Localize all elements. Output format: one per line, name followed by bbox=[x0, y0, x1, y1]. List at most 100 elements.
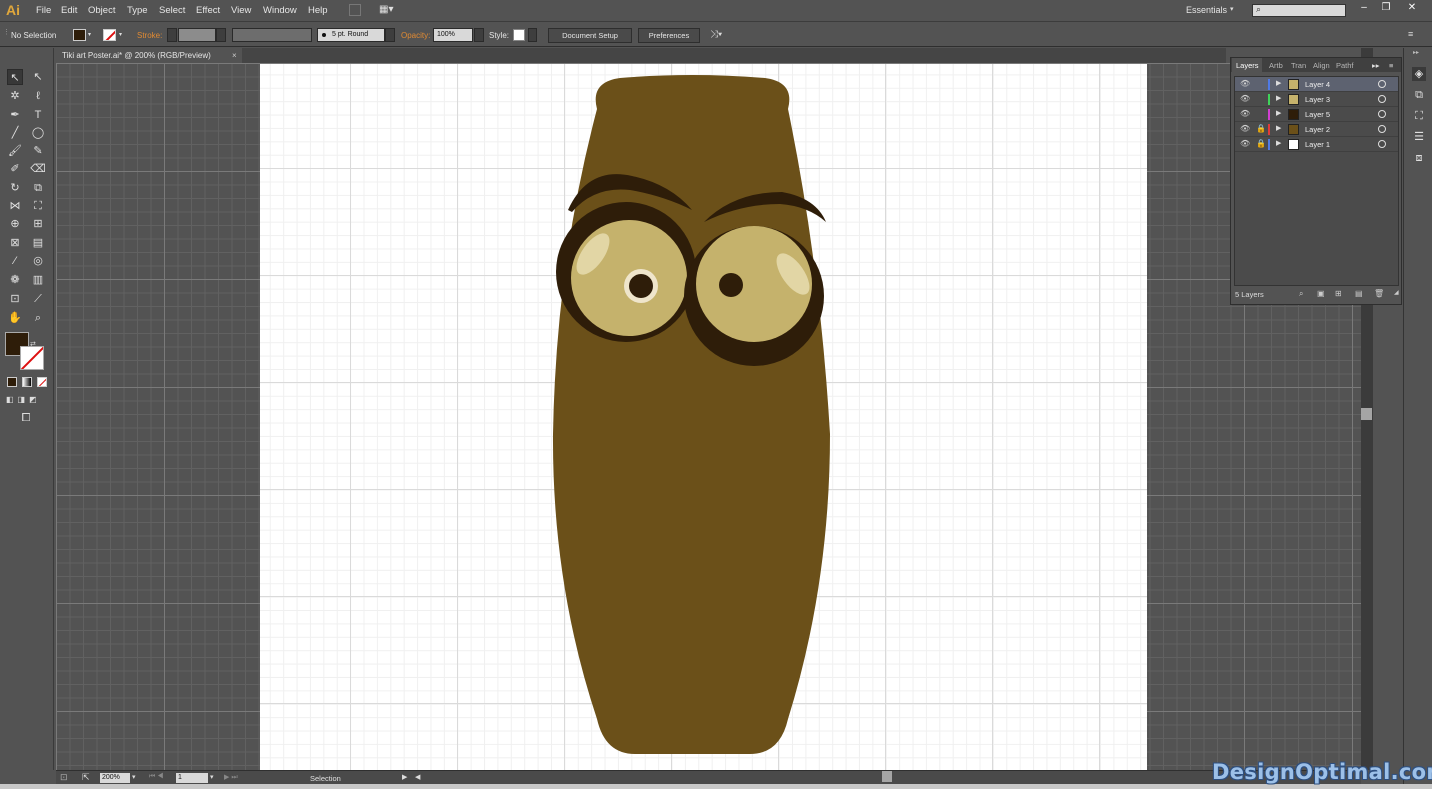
brush-definition[interactable]: 5 pt. Round bbox=[317, 28, 385, 42]
width-tool-icon[interactable]: ⋈ bbox=[7, 198, 23, 214]
minimize-button[interactable]: – bbox=[1354, 2, 1374, 15]
artboard-number-field[interactable]: 1 bbox=[176, 773, 208, 783]
hand-tool-icon[interactable]: ✋ bbox=[7, 310, 23, 326]
target-circle-icon[interactable] bbox=[1378, 110, 1386, 118]
vertical-scroll-thumb[interactable] bbox=[1361, 408, 1372, 420]
locate-object-icon[interactable]: ⌕ bbox=[1299, 289, 1303, 299]
paintbrush-tool-icon[interactable]: 🖌 bbox=[7, 143, 23, 159]
tab-align[interactable]: Align bbox=[1313, 61, 1330, 70]
visibility-eye-icon[interactable]: 👁 bbox=[1240, 94, 1250, 103]
stroke-color-swatch[interactable] bbox=[20, 346, 44, 370]
preferences-button[interactable]: Preferences bbox=[638, 28, 700, 43]
slice-tool-icon[interactable]: ⟋ bbox=[30, 291, 46, 307]
scroll-left-icon[interactable]: ◀ bbox=[415, 773, 420, 781]
stroke-weight-dropdown[interactable] bbox=[216, 28, 226, 42]
target-circle-icon[interactable] bbox=[1378, 95, 1386, 103]
close-tab-icon[interactable]: × bbox=[232, 51, 237, 60]
ellipse-tool-icon[interactable]: ◯ bbox=[30, 125, 46, 141]
target-circle-icon[interactable] bbox=[1378, 80, 1386, 88]
rotate-tool-icon[interactable]: ↻ bbox=[7, 180, 23, 196]
zoom-tool-icon[interactable]: ⌕ bbox=[30, 310, 46, 326]
pencil-tool-icon[interactable]: ✎ bbox=[30, 143, 46, 159]
menu-window[interactable]: Window bbox=[263, 5, 297, 16]
collapse-dock-icon[interactable]: ▸▸ bbox=[1413, 49, 1419, 56]
eraser-tool-icon[interactable]: ⌫ bbox=[30, 161, 46, 177]
expand-arrow-icon[interactable]: ▶ bbox=[1276, 124, 1281, 132]
layer-row[interactable]: 👁 ▶ Layer 4 bbox=[1235, 77, 1398, 92]
line-tool-icon[interactable]: ╱ bbox=[7, 125, 23, 141]
menu-effect[interactable]: Effect bbox=[196, 5, 220, 16]
visibility-eye-icon[interactable]: 👁 bbox=[1240, 109, 1250, 118]
menu-type[interactable]: Type bbox=[127, 5, 148, 16]
type-tool-icon[interactable]: T bbox=[30, 107, 46, 123]
layer-name[interactable]: Layer 4 bbox=[1305, 80, 1330, 89]
layer-name[interactable]: Layer 2 bbox=[1305, 125, 1330, 134]
expand-tabs-icon[interactable]: ▸▸ bbox=[1372, 61, 1380, 70]
opacity-dropdown[interactable] bbox=[474, 28, 484, 42]
tiki-artwork[interactable] bbox=[260, 64, 1147, 770]
align-icon[interactable]: ☰ bbox=[1412, 130, 1426, 144]
status-menu-icon[interactable]: ▶ bbox=[402, 773, 407, 781]
artboard-nav-icon[interactable]: ⊡ bbox=[60, 772, 68, 783]
delete-layer-icon[interactable]: 🗑 bbox=[1374, 289, 1384, 298]
tab-transform[interactable]: Tran bbox=[1291, 61, 1306, 70]
menu-view[interactable]: View bbox=[231, 5, 251, 16]
target-circle-icon[interactable] bbox=[1378, 125, 1386, 133]
clipping-mask-icon[interactable]: ▣ bbox=[1317, 289, 1325, 298]
stroke-weight-field[interactable] bbox=[178, 28, 216, 42]
layers-icon[interactable]: ◈ bbox=[1412, 67, 1426, 81]
blend-tool-icon[interactable]: ◎ bbox=[30, 253, 46, 269]
expand-arrow-icon[interactable]: ▶ bbox=[1276, 94, 1281, 102]
lock-icon[interactable]: 🔒 bbox=[1256, 124, 1266, 133]
visibility-eye-icon[interactable]: 👁 bbox=[1240, 79, 1250, 88]
chevron-down-icon[interactable]: ▾ bbox=[119, 31, 122, 38]
layer-row[interactable]: 👁 ▶ Layer 5 bbox=[1235, 107, 1398, 122]
tab-artboards[interactable]: Artb bbox=[1269, 61, 1283, 70]
horizontal-scroll-thumb[interactable] bbox=[882, 771, 892, 782]
layer-row[interactable]: 👁 ▶ Layer 3 bbox=[1235, 92, 1398, 107]
transform-options-icon[interactable]: ⤨▾ bbox=[710, 29, 722, 40]
layer-name[interactable]: Layer 3 bbox=[1305, 95, 1330, 104]
stroke-label[interactable]: Stroke: bbox=[137, 31, 162, 40]
scale-tool-icon[interactable]: ⧉ bbox=[30, 180, 46, 196]
opacity-label[interactable]: Opacity: bbox=[401, 31, 430, 40]
expand-arrow-icon[interactable]: ▶ bbox=[1276, 139, 1281, 147]
none-mode-icon[interactable] bbox=[37, 377, 47, 387]
column-graph-tool-icon[interactable]: ▥ bbox=[30, 272, 46, 288]
mesh-tool-icon[interactable]: ⊠ bbox=[7, 235, 23, 251]
pen-tool-icon[interactable]: ✒ bbox=[7, 107, 23, 123]
selection-tool-icon[interactable]: ↖ bbox=[7, 69, 23, 85]
expand-arrow-icon[interactable]: ▶ bbox=[1276, 79, 1281, 87]
bridge-icon[interactable] bbox=[349, 4, 361, 16]
arrange-documents-icon[interactable]: ▦▾ bbox=[379, 4, 393, 15]
menu-help[interactable]: Help bbox=[308, 5, 328, 16]
layer-name[interactable]: Layer 1 bbox=[1305, 140, 1330, 149]
gradient-mode-icon[interactable] bbox=[22, 377, 32, 387]
drawing-modes-icon[interactable]: ◧◨◩ bbox=[6, 395, 48, 405]
menu-object[interactable]: Object bbox=[88, 5, 115, 16]
menu-edit[interactable]: Edit bbox=[61, 5, 77, 16]
free-transform-tool-icon[interactable]: ⛶ bbox=[30, 198, 46, 214]
panel-menu-icon[interactable]: ≡ bbox=[1389, 61, 1393, 70]
visibility-eye-icon[interactable]: 👁 bbox=[1240, 139, 1250, 148]
document-tab[interactable]: Tiki art Poster.ai* @ 200% (RGB/Preview)… bbox=[56, 48, 242, 63]
blob-brush-tool-icon[interactable]: ✐ bbox=[7, 161, 23, 177]
new-sublayer-icon[interactable]: ⊞ bbox=[1335, 289, 1342, 298]
expand-arrow-icon[interactable]: ▶ bbox=[1276, 109, 1281, 117]
search-input[interactable]: ⌕ bbox=[1252, 4, 1346, 17]
stroke-swatch[interactable] bbox=[103, 29, 116, 41]
transform-icon[interactable]: ⛶ bbox=[1412, 109, 1426, 123]
brush-dropdown[interactable] bbox=[385, 28, 395, 42]
pathfinder-icon[interactable]: ⧈ bbox=[1412, 151, 1426, 165]
zoom-dropdown-icon[interactable]: ▾ bbox=[132, 773, 136, 781]
visibility-eye-icon[interactable]: 👁 bbox=[1240, 124, 1250, 133]
lock-icon[interactable]: 🔒 bbox=[1256, 139, 1266, 148]
opacity-field[interactable]: 100% bbox=[433, 28, 473, 42]
menu-select[interactable]: Select bbox=[159, 5, 185, 16]
restore-button[interactable]: ❐ bbox=[1376, 2, 1396, 15]
zoom-field[interactable]: 200% bbox=[100, 773, 130, 783]
graphic-style-swatch[interactable] bbox=[513, 29, 525, 41]
perspective-grid-tool-icon[interactable]: ⊞ bbox=[30, 216, 46, 232]
resize-grip-icon[interactable]: ◢ bbox=[1394, 289, 1399, 296]
document-setup-button[interactable]: Document Setup bbox=[548, 28, 632, 43]
